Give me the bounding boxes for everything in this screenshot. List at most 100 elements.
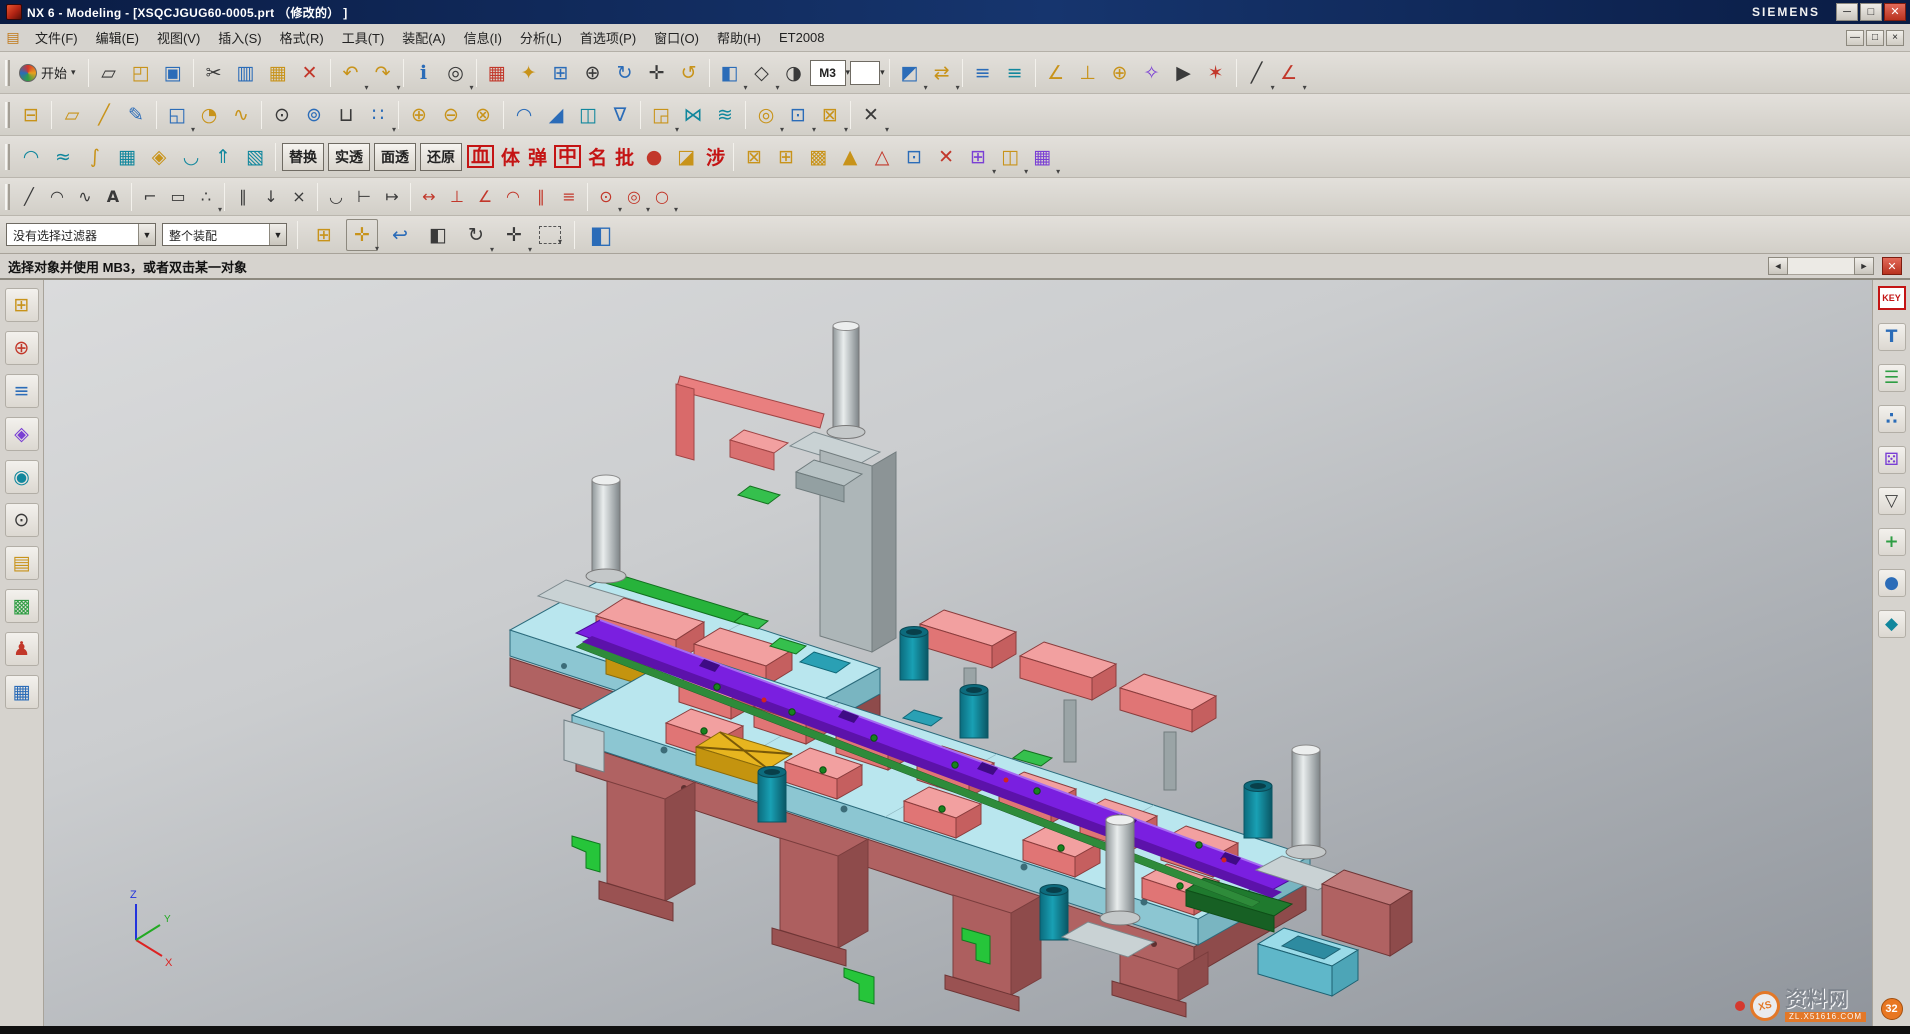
blank-style-box[interactable] [850,61,880,85]
pattern-feature-icon[interactable]: ∷ [362,99,394,131]
spark-icon[interactable]: ✶ [1200,57,1232,89]
child-restore-button[interactable]: □ [1866,30,1884,46]
plus-tool-icon[interactable]: + [1878,528,1906,556]
pan-icon[interactable]: ✛ [641,57,673,89]
close-button[interactable]: ✕ [1884,3,1906,21]
datum-plane-icon[interactable]: ▱ [56,99,88,131]
die-center-button[interactable]: 中 [554,145,581,169]
zoom-icon[interactable]: ⊕ [577,57,609,89]
sew-icon[interactable]: ⋈ [677,99,709,131]
open-icon[interactable]: ◰ [125,57,157,89]
menu-assemblies[interactable]: 装配(A) [393,25,454,50]
die-batch-button[interactable]: 批 [611,143,638,170]
blend-surface-icon[interactable]: ◡ [175,141,207,173]
information-icon[interactable]: ℹ [408,57,440,89]
patch-surface-icon[interactable]: ▧ [239,141,271,173]
redo-icon[interactable]: ↷ [367,57,399,89]
selection-scope-dropdown[interactable]: 整个装配 ▼ [162,223,287,246]
hatch-box-icon[interactable]: ▩ [802,141,834,173]
move-object-icon[interactable]: ⇄ [926,57,958,89]
layer-visible-icon[interactable]: ≡ [999,57,1031,89]
save-icon[interactable]: ▣ [157,57,189,89]
reuse-library-icon[interactable]: ◈ [5,417,39,451]
menu-edit[interactable]: 编辑(E) [87,25,148,50]
shell-icon[interactable]: ◫ [572,99,604,131]
standard-parts-icon[interactable]: ◫ [994,141,1026,173]
warn-triangle-icon[interactable]: △ [866,141,898,173]
window-cascade-icon[interactable]: ⊟ [15,99,47,131]
insert-box-icon[interactable]: ⊡ [898,141,930,173]
start-button[interactable]: 开始 ▾ [15,58,84,88]
menu-window[interactable]: 窗口(O) [645,25,708,50]
chevron-down-icon[interactable]: ▼ [138,224,155,245]
copy-icon[interactable]: ▥ [230,57,262,89]
punch-box-icon[interactable]: ⊠ [738,141,770,173]
menu-preferences[interactable]: 首选项(P) [571,25,645,50]
offset-curve-icon[interactable]: ∥ [229,183,257,211]
spline-icon[interactable]: ∿ [71,183,99,211]
selection-filter-dropdown[interactable]: 没有选择过滤器 ▼ [6,223,156,246]
plate-box-icon[interactable]: ⊞ [770,141,802,173]
solid-translucent-button[interactable]: 实透 [328,143,370,171]
text-tool-icon[interactable]: T [1878,323,1906,351]
thicken-icon[interactable]: ≋ [709,99,741,131]
point-dialog-icon[interactable]: ⊕ [1104,57,1136,89]
perpendicular-constraint-icon[interactable]: ⊥ [443,183,471,211]
key-plugin-button[interactable]: KEY [1878,286,1906,310]
scroll-left-icon[interactable]: ◄ [1768,257,1788,275]
mark-cross-icon[interactable]: ✕ [930,141,962,173]
dimension-icon[interactable]: ↔ [415,183,443,211]
half-shade-icon[interactable]: ◑ [778,57,810,89]
dice-icon[interactable]: ⚄ [1878,446,1906,474]
sketch-icon[interactable]: ✎ [120,99,152,131]
line-icon[interactable]: ╱ [15,183,43,211]
instance-geometry-icon[interactable]: ⊠ [814,99,846,131]
menu-insert[interactable]: 插入(S) [209,25,270,50]
fillet-curve-icon[interactable]: ◡ [322,183,350,211]
die-spring-button[interactable]: 弹 [524,143,551,170]
sphere-tool-icon[interactable]: ● [1878,569,1906,597]
document-icon[interactable]: ▤ [4,29,22,47]
chevron-down-icon[interactable]: ▾ [880,67,885,78]
graphics-window[interactable]: Z X Y XS 资料网 ZL.X51616.COM [44,280,1872,1026]
project-curve-icon[interactable]: ↓ [257,183,285,211]
menu-tools[interactable]: 工具(T) [333,25,394,50]
menu-file[interactable]: 文件(F) [26,25,87,50]
spheres-cluster-icon[interactable]: ∴ [1878,405,1906,433]
four-point-surface-icon[interactable]: ◈ [143,141,175,173]
toolbar-grip[interactable] [5,102,10,128]
mesh-surface-icon[interactable]: ▦ [111,141,143,173]
selection-arrow-icon[interactable]: ▶ [1168,57,1200,89]
checker-display-icon[interactable]: ▦ [481,57,513,89]
synchronous-modeling-icon[interactable]: ✕ [855,99,887,131]
undo-selection-icon[interactable]: ↩ [384,219,416,251]
history-icon[interactable]: ⊙ [5,503,39,537]
through-curves-icon[interactable]: ≈ [47,141,79,173]
paste-icon[interactable]: ▦ [262,57,294,89]
swept-surface-icon[interactable]: ∫ [79,141,111,173]
bars-chart-icon[interactable]: ☰ [1878,364,1906,392]
die-body-button[interactable]: 体 [497,143,524,170]
toolbar-grip[interactable] [5,144,10,170]
angle-constraint-icon[interactable]: ∠ [471,183,499,211]
die-assembly-model[interactable] [510,322,1412,1018]
measure-angle-icon[interactable]: ∠ [1273,57,1305,89]
circle-icon[interactable]: ○ [648,183,676,211]
hd3d-tools-icon[interactable]: ◉ [5,460,39,494]
refresh-icon[interactable]: ↻ [609,57,641,89]
rectangle-icon[interactable]: ▭ [164,183,192,211]
show-shaded-icon[interactable]: ◧ [422,219,454,251]
csys-icon[interactable]: ∠ [1040,57,1072,89]
die-name-button[interactable]: 名 [584,143,611,170]
corner-icon[interactable]: ⌐ [136,183,164,211]
datum-line-icon[interactable]: ╱ [88,99,120,131]
undo-icon[interactable]: ↶ [335,57,367,89]
measure-distance-icon[interactable]: ╱ [1241,57,1273,89]
chamfer-icon[interactable]: ◢ [540,99,572,131]
chevron-down-icon[interactable]: ▼ [269,224,286,245]
fit-window-icon[interactable]: ⊞ [545,57,577,89]
constraint-navigator-icon[interactable]: ⊕ [5,331,39,365]
revolve-icon[interactable]: ◔ [193,99,225,131]
trim-curve-icon[interactable]: ⊢ [350,183,378,211]
assembly-navigator-icon[interactable]: ⊞ [5,288,39,322]
